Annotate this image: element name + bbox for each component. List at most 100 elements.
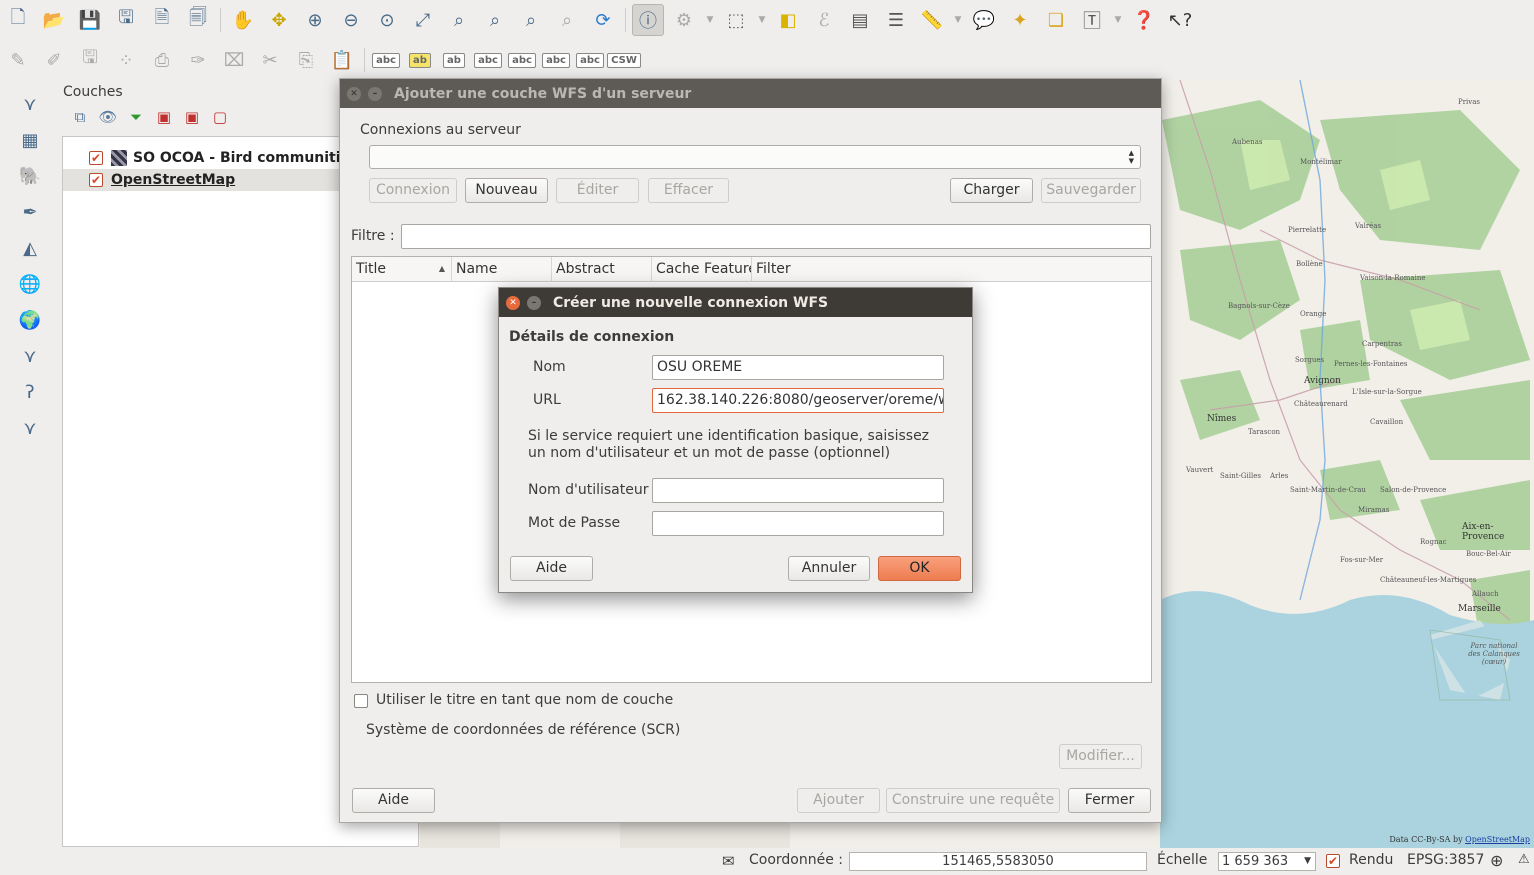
zoom-out-icon[interactable]: ⊖ xyxy=(335,4,367,36)
delete-selected-icon[interactable]: ⌧ xyxy=(218,44,250,76)
label-highlight-icon[interactable]: ab xyxy=(405,44,435,76)
edit-button[interactable]: Éditer xyxy=(556,178,639,203)
zoom-last-icon[interactable]: ⌕ xyxy=(515,4,547,36)
add-postgis-layer-icon[interactable]: 🐘 xyxy=(14,160,46,192)
server-connections-select[interactable]: ▲ ▼ xyxy=(369,145,1141,169)
refresh-icon[interactable]: ⟳ xyxy=(587,4,619,36)
column-header[interactable]: Name xyxy=(452,257,552,281)
label-tool-icon[interactable]: abc xyxy=(371,44,401,76)
measure-icon[interactable]: 📏 xyxy=(916,4,948,36)
messages-icon[interactable]: ✉ xyxy=(722,852,735,870)
toggle-editing-icon[interactable]: ✐ xyxy=(38,44,70,76)
statistics-icon[interactable]: ☰ xyxy=(880,4,912,36)
change-label-icon[interactable]: abc xyxy=(575,44,605,76)
ok-button[interactable]: OK xyxy=(878,556,961,581)
url-input[interactable]: 162.38.140.226:8080/geoserver/oreme/wfs xyxy=(652,388,944,413)
chevron-down-icon[interactable]: ▼ xyxy=(1112,4,1124,36)
csw-icon[interactable]: CSW xyxy=(607,44,641,76)
add-delimited-text-icon[interactable]: ʔ xyxy=(14,376,46,408)
select-icon[interactable]: ⬚ xyxy=(720,4,752,36)
identify-icon[interactable]: ⓘ xyxy=(632,4,664,36)
save-project-icon[interactable]: 💾 xyxy=(74,4,106,36)
add-group-icon[interactable]: ▣ xyxy=(150,108,178,126)
minimize-icon[interactable]: – xyxy=(368,86,382,101)
pin-label-icon[interactable]: ab xyxy=(439,44,469,76)
rotate-label-icon[interactable]: abc xyxy=(541,44,571,76)
new-project-icon[interactable]: 🗋 xyxy=(2,4,34,36)
coordinate-field[interactable]: 151465,5583050 xyxy=(849,852,1147,871)
field-calculator-icon[interactable]: ℰ xyxy=(808,4,840,36)
close-button[interactable]: Fermer xyxy=(1068,788,1151,813)
zoom-full-icon[interactable]: ⤢ xyxy=(407,4,439,36)
add-raster-layer-icon[interactable]: ▦ xyxy=(14,124,46,156)
password-input[interactable] xyxy=(652,511,944,536)
globe-icon[interactable]: ⊕ xyxy=(1490,851,1503,870)
manage-themes-icon[interactable]: ▣ xyxy=(178,108,206,126)
new-shapefile-icon[interactable]: ⋎ xyxy=(14,412,46,444)
text-annotation-icon[interactable]: 🅃 xyxy=(1076,4,1108,36)
deselect-icon[interactable]: ◧ xyxy=(772,4,804,36)
expand-all-icon[interactable]: ⧉ xyxy=(66,108,94,126)
column-header[interactable]: Title ▲ xyxy=(352,257,452,281)
zoom-native-icon[interactable]: ⊙ xyxy=(371,4,403,36)
use-title-checkbox[interactable] xyxy=(354,694,368,708)
save-as-icon[interactable]: 🖫 xyxy=(110,4,142,36)
cut-icon[interactable]: ✂ xyxy=(254,44,286,76)
move-label-icon[interactable]: abc xyxy=(507,44,537,76)
copy-icon[interactable]: ⎘ xyxy=(290,44,322,76)
username-input[interactable] xyxy=(652,478,944,503)
new-bookmark-icon[interactable]: ✦ xyxy=(1004,4,1036,36)
close-icon[interactable]: ✕ xyxy=(347,86,361,101)
move-feature-icon[interactable]: ⎙ xyxy=(146,44,178,76)
chevron-down-icon[interactable]: ▼ xyxy=(704,4,716,36)
new-button[interactable]: Nouveau xyxy=(465,178,548,203)
chevron-down-icon[interactable]: ▼ xyxy=(756,4,768,36)
pan-icon[interactable]: ✋ xyxy=(227,4,259,36)
action-icon[interactable]: ⚙ xyxy=(668,4,700,36)
connect-button[interactable]: Connexion xyxy=(369,178,457,203)
render-checkbox[interactable]: ✔ xyxy=(1326,854,1340,868)
show-bookmarks-icon[interactable]: ❏ xyxy=(1040,4,1072,36)
new-print-layout-icon[interactable]: 🗎 xyxy=(146,4,178,36)
remove-layer-icon[interactable]: ▢ xyxy=(206,108,234,126)
add-spatialite-layer-icon[interactable]: ✒ xyxy=(14,196,46,228)
attribute-table-icon[interactable]: ▤ xyxy=(844,4,876,36)
crs-button[interactable]: EPSG:3857 xyxy=(1407,852,1484,868)
add-wms-layer-icon[interactable]: 🌐 xyxy=(14,268,46,300)
add-vector-layer-icon[interactable]: ⋎ xyxy=(14,88,46,120)
show-hide-label-icon[interactable]: abc xyxy=(473,44,503,76)
load-button[interactable]: Charger xyxy=(950,178,1033,203)
change-crs-button[interactable]: Modifier... xyxy=(1059,744,1142,769)
whats-this-icon[interactable]: ↖? xyxy=(1164,4,1196,36)
help-button[interactable]: Aide xyxy=(510,556,593,581)
paste-icon[interactable]: 📋 xyxy=(326,44,358,76)
filter-input[interactable] xyxy=(401,224,1151,249)
column-header[interactable]: Filter xyxy=(752,257,1151,281)
zoom-to-selection-icon[interactable]: ⌕ xyxy=(443,4,475,36)
zoom-next-icon[interactable]: ⌕ xyxy=(551,4,583,36)
help-button[interactable]: Aide xyxy=(352,788,435,813)
visibility-icon[interactable]: 👁 xyxy=(94,108,122,126)
name-input[interactable]: OSU OREME xyxy=(652,355,944,380)
warning-icon[interactable]: ⚠ xyxy=(1518,852,1530,867)
column-header[interactable]: Cache Feature xyxy=(652,257,752,281)
edit-pencil-icon[interactable]: ✎ xyxy=(2,44,34,76)
attribution-link[interactable]: OpenStreetMap xyxy=(1465,835,1530,844)
add-button[interactable]: Ajouter xyxy=(797,788,880,813)
add-wcs-layer-icon[interactable]: 🌍 xyxy=(14,304,46,336)
add-mssql-layer-icon[interactable]: ◭ xyxy=(14,232,46,264)
layer-checkbox[interactable]: ✔ xyxy=(89,173,103,187)
delete-button[interactable]: Effacer xyxy=(648,178,729,203)
cancel-button[interactable]: Annuler xyxy=(788,556,870,581)
add-wfs-layer-icon[interactable]: ⋎ xyxy=(14,340,46,372)
close-icon[interactable]: ✕ xyxy=(506,295,520,310)
minimize-icon[interactable]: – xyxy=(527,295,541,310)
node-tool-icon[interactable]: ✑ xyxy=(182,44,214,76)
chevron-down-icon[interactable]: ▼ xyxy=(952,4,964,36)
annotation-icon[interactable]: 💬 xyxy=(968,4,1000,36)
open-project-icon[interactable]: 📂 xyxy=(38,4,70,36)
build-query-button[interactable]: Construire une requête xyxy=(886,788,1060,813)
zoom-to-layer-icon[interactable]: ⌕ xyxy=(479,4,511,36)
save-edits-icon[interactable]: 🖫 xyxy=(74,44,106,76)
pan-to-selection-icon[interactable]: ✥ xyxy=(263,4,295,36)
